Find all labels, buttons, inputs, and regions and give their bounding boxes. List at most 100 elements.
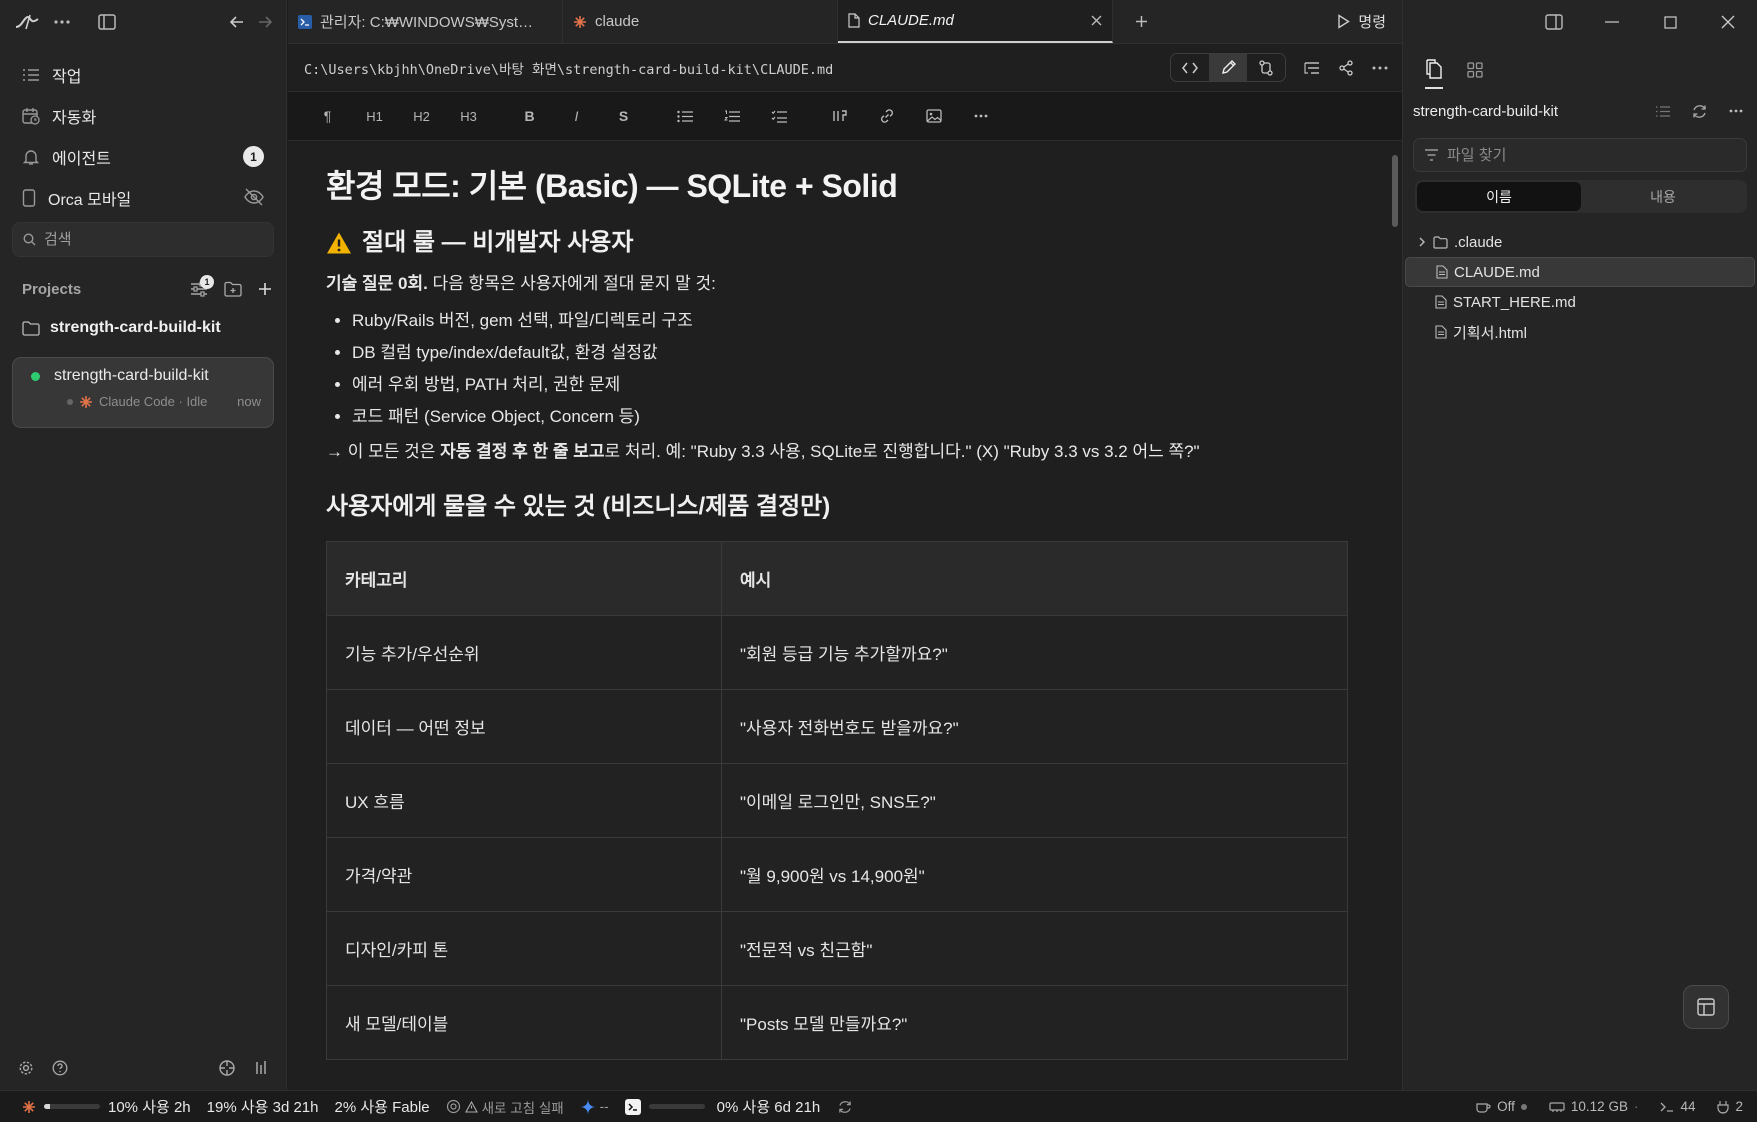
outline-icon[interactable] bbox=[1304, 61, 1320, 75]
paragraph-button[interactable]: ¶ bbox=[304, 108, 351, 124]
share-icon[interactable] bbox=[1338, 59, 1354, 76]
help-icon[interactable] bbox=[52, 1060, 68, 1076]
tree-file[interactable]: START_HERE.md bbox=[1403, 287, 1757, 317]
file-search-input[interactable] bbox=[1447, 146, 1727, 164]
path-bar: C:\Users\kbjhh\OneDrive\바탕 화면\strength-c… bbox=[288, 44, 1402, 91]
more-icon[interactable] bbox=[54, 19, 70, 25]
sidebar-toggle-icon[interactable] bbox=[98, 14, 116, 30]
source-view-button[interactable] bbox=[1171, 54, 1209, 81]
plus-icon[interactable] bbox=[258, 282, 272, 296]
warning-icon bbox=[326, 231, 352, 255]
terminals-status[interactable]: 44 bbox=[1660, 1099, 1695, 1114]
more-icon[interactable] bbox=[957, 114, 1004, 118]
nav-item-agents[interactable]: 에이전트 1 bbox=[0, 136, 286, 177]
bold-button[interactable]: B bbox=[506, 108, 553, 124]
sidebar-search[interactable] bbox=[12, 222, 274, 257]
run-command-button[interactable]: 명령 bbox=[1337, 0, 1402, 43]
h2-button[interactable]: H2 bbox=[398, 109, 445, 124]
italic-button[interactable]: I bbox=[553, 108, 600, 124]
file-explorer-panel: strength-card-build-kit 이름 내용 .claude bbox=[1402, 0, 1757, 1090]
link-icon[interactable] bbox=[863, 108, 910, 124]
file-search[interactable] bbox=[1413, 138, 1747, 172]
eye-off-icon[interactable] bbox=[244, 188, 264, 206]
nav-item-tasks[interactable]: 작업 bbox=[0, 54, 286, 95]
strike-button[interactable]: S bbox=[600, 108, 647, 124]
new-tab-button[interactable] bbox=[1113, 0, 1169, 43]
minimize-icon[interactable] bbox=[1583, 21, 1641, 23]
toggle-name[interactable]: 이름 bbox=[1417, 182, 1581, 211]
list-item: Ruby/Rails 버전, gem 선택, 파일/디렉토리 구조 bbox=[352, 305, 1388, 337]
bullet-list: Ruby/Rails 버전, gem 선택, 파일/디렉토리 구조 DB 컬럼 … bbox=[352, 305, 1388, 433]
grid-tab-icon[interactable] bbox=[1467, 62, 1483, 78]
bullet-list-icon[interactable] bbox=[661, 110, 708, 123]
image-icon[interactable] bbox=[910, 109, 957, 123]
scrollbar-thumb[interactable] bbox=[1392, 155, 1398, 227]
bars-icon[interactable] bbox=[254, 1060, 268, 1076]
chevron-right-icon bbox=[1417, 237, 1427, 247]
refresh-icon[interactable] bbox=[838, 1100, 852, 1114]
quote-icon[interactable] bbox=[816, 109, 863, 123]
tab-claude-md[interactable]: CLAUDE.md bbox=[838, 0, 1113, 43]
claude-icon bbox=[22, 1100, 36, 1114]
bell-icon bbox=[22, 148, 40, 166]
bold-text: 자동 결정 후 한 줄 보고 bbox=[440, 442, 605, 461]
doc-title: 환경 모드: 기본 (Basic) — SQLite + Solid bbox=[326, 168, 898, 204]
status-dot bbox=[31, 371, 40, 381]
tab-claude[interactable]: claude bbox=[563, 0, 838, 43]
filter-sliders-icon[interactable]: 1 bbox=[190, 275, 214, 297]
forward-arrow-icon[interactable] bbox=[258, 15, 272, 29]
usage-model[interactable]: 2% 사용 Fable bbox=[335, 1096, 430, 1117]
edit-view-button[interactable] bbox=[1209, 54, 1247, 81]
session-dot bbox=[67, 398, 73, 405]
sidebar-bottom-bar bbox=[0, 1046, 286, 1090]
maximize-icon[interactable] bbox=[1641, 15, 1699, 29]
tree-folder[interactable]: .claude bbox=[1403, 227, 1757, 257]
power-status[interactable]: Off bbox=[1476, 1099, 1527, 1114]
nav-item-orca-mobile[interactable]: Orca 모바일 bbox=[0, 177, 286, 218]
openai-icon bbox=[446, 1099, 461, 1114]
nav-item-automation[interactable]: 자동화 bbox=[0, 95, 286, 136]
h1-button[interactable]: H1 bbox=[351, 109, 398, 124]
editor-scrollbar[interactable] bbox=[1392, 145, 1398, 1085]
panel-toggle-icon[interactable] bbox=[1525, 14, 1583, 30]
window-controls bbox=[1403, 0, 1757, 44]
tree-file[interactable]: 기획서.html bbox=[1403, 317, 1757, 347]
window-close-icon[interactable] bbox=[1699, 15, 1757, 29]
more-icon[interactable] bbox=[1372, 65, 1388, 71]
app-logo-icon[interactable] bbox=[14, 13, 40, 31]
tab-terminal[interactable]: 관리자: C:₩WINDOWS₩Syst… bbox=[288, 0, 563, 43]
terminal-icon bbox=[298, 14, 312, 29]
close-icon[interactable] bbox=[1091, 15, 1102, 26]
list-item: 코드 패턴 (Service Object, Concern 등) bbox=[352, 401, 1388, 433]
power-dot bbox=[1520, 1103, 1527, 1110]
layout-button[interactable] bbox=[1683, 985, 1729, 1029]
table-row: 새 모델/테이블 "Posts 모델 만들까요?" bbox=[326, 985, 1348, 1060]
h3-button[interactable]: H3 bbox=[445, 109, 492, 124]
workspace-card[interactable]: strength-card-build-kit Claude Code · Id… bbox=[12, 357, 274, 428]
panel-title-bar: strength-card-build-kit bbox=[1403, 94, 1757, 128]
diff-view-button[interactable] bbox=[1247, 54, 1285, 81]
task-list-icon[interactable] bbox=[755, 110, 802, 123]
toggle-content[interactable]: 내용 bbox=[1581, 182, 1745, 211]
tab-bar: 관리자: C:₩WINDOWS₩Syst… claude CLAUDE.md 명… bbox=[288, 0, 1402, 44]
more-icon[interactable] bbox=[1729, 109, 1743, 113]
markdown-document[interactable]: 환경 모드: 기본 (Basic) — SQLite + Solid 절대 룰 … bbox=[288, 141, 1388, 1090]
project-folder[interactable]: strength-card-build-kit bbox=[0, 309, 286, 347]
usage-secondary[interactable]: 0% 사용 6d 21h bbox=[717, 1096, 821, 1117]
new-folder-icon[interactable] bbox=[224, 281, 242, 297]
numbered-list-icon[interactable] bbox=[708, 110, 755, 123]
list-tree-icon[interactable] bbox=[1655, 105, 1670, 118]
search-input[interactable] bbox=[44, 231, 244, 248]
crosshair-icon[interactable] bbox=[218, 1059, 236, 1077]
memory-status[interactable]: 10.12 GB · bbox=[1549, 1099, 1638, 1114]
table-cell: 데이터 — 어떤 정보 bbox=[326, 689, 722, 764]
back-arrow-icon[interactable] bbox=[230, 15, 244, 29]
usage-session[interactable]: 10% 사용 2h bbox=[108, 1096, 191, 1117]
format-toolbar: ¶ H1 H2 H3 B I S bbox=[288, 91, 1402, 141]
refresh-icon[interactable] bbox=[1692, 104, 1707, 119]
tree-file-selected[interactable]: CLAUDE.md bbox=[1405, 257, 1755, 287]
ports-status[interactable]: 2 bbox=[1717, 1099, 1743, 1114]
gear-icon[interactable] bbox=[18, 1060, 34, 1076]
usage-weekly[interactable]: 19% 사용 3d 21h bbox=[207, 1096, 319, 1117]
files-tab-icon[interactable] bbox=[1425, 59, 1443, 89]
